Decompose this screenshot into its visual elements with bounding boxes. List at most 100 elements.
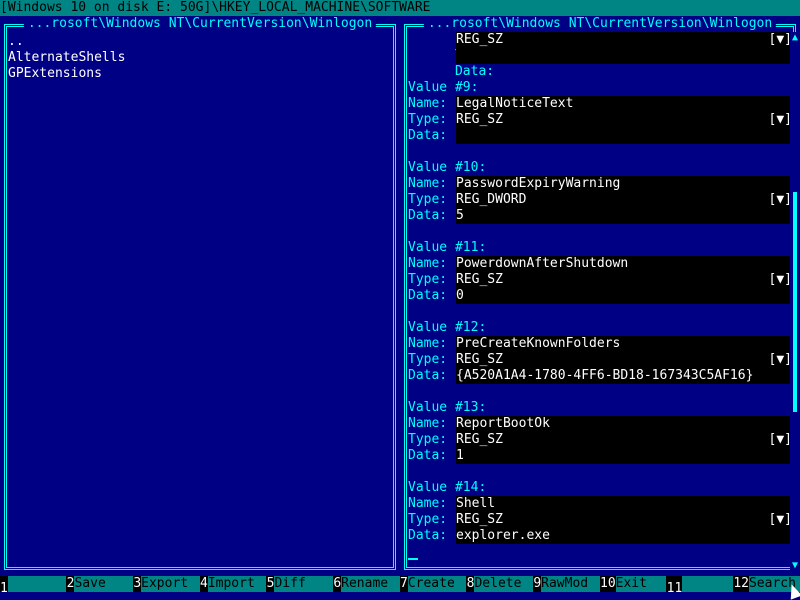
fkey-number: 2 [66,576,75,591]
type-value: REG_DWORD [456,192,527,207]
value-type-row: Type: REG_SZ [▼] [408,432,798,448]
fkey-6[interactable]: 6Rename [333,576,400,592]
data-field[interactable] [456,128,798,144]
type-field[interactable]: REG_SZ [▼] [456,512,798,528]
subkey-list[interactable]: .. AlternateShells GPExtensions [8,34,392,82]
fkey-label [7,576,67,592]
type-label: Type: [408,352,448,367]
fkey-4[interactable]: 4Import [200,576,267,592]
fkey-2[interactable]: 2Save [67,576,134,592]
value-data-row: Data: 5 [408,208,798,224]
value-name-row: Name: PreCreateKnownFolders [408,336,798,352]
data-label: Data: [408,288,448,303]
value-type-row: Type: REG_SZ [▼] [408,512,798,528]
data-field[interactable] [456,48,798,64]
name-value: Shell [456,496,496,511]
fkey-label: Save [74,576,134,592]
value-data-row: Data: [408,48,798,79]
list-item[interactable]: .. [8,34,392,50]
name-field[interactable]: ReportBootOk [456,416,798,432]
name-field[interactable]: PreCreateKnownFolders [456,336,798,352]
type-field[interactable]: REG_DWORD [▼] [456,192,798,208]
value-data-row: Data: 0 [408,288,798,304]
type-field[interactable]: REG_SZ [▼] [456,272,798,288]
value-name-row: Name: PowerdownAfterShutdown [408,256,798,272]
type-label: Type: [408,192,448,207]
value-spacer [408,384,790,400]
fkey-label: Export [141,576,200,592]
type-field[interactable]: REG_SZ [▼] [456,112,798,128]
name-value: ReportBootOk [456,416,550,431]
left-panel-title: ...rosoft\Windows NT\CurrentVersion\Winl… [23,16,377,32]
fkey-label: Diff [274,576,334,592]
data-value: {A520A1A4-1780-4FF6-BD18-167343C5AF16} [456,368,754,383]
data-field[interactable]: explorer.exe [456,528,798,544]
fkey-label: Delete [474,576,534,592]
name-field[interactable]: LegalNoticeText [456,96,798,112]
name-label: Name: [408,256,448,271]
type-value: REG_SZ [456,272,503,287]
value-name-row: Name: LegalNoticeText [408,96,798,112]
fkey-7[interactable]: 7Create [400,576,467,592]
name-field[interactable]: PasswordExpiryWarning [456,176,798,192]
values-scrollbar[interactable]: ▲ ▼ [790,32,800,572]
name-label: Name: [408,96,448,111]
type-label: Type: [408,432,448,447]
dropdown-icon[interactable]: [▼] [769,272,792,288]
type-label: Type: [408,112,448,127]
type-value: REG_SZ [456,512,503,527]
name-field[interactable]: PowerdownAfterShutdown [456,256,798,272]
list-item[interactable]: GPExtensions [8,66,392,82]
data-label: Data: [408,128,448,143]
type-field[interactable]: REG_SZ [▼] [456,352,798,368]
dropdown-icon[interactable]: [▼] [769,512,792,528]
name-value: LegalNoticeText [456,96,574,111]
data-value: explorer.exe [456,528,550,543]
name-value: PowerdownAfterShutdown [456,256,629,271]
name-label: Name: [408,336,448,351]
title-bar: [Windows 10 on disk E: 50G]\HKEY_LOCAL_M… [0,0,800,16]
list-item[interactable]: AlternateShells [8,50,392,66]
fkey-1[interactable]: 1 [0,576,67,596]
value-data-row: Data: {A520A1A4-1780-4FF6-BD18-167343C5AF… [408,368,798,384]
data-field[interactable]: 1 [456,448,798,464]
data-label: Data: [408,528,448,543]
dropdown-icon[interactable]: [▼] [769,32,792,48]
fkey-5[interactable]: 5Diff [267,576,334,592]
name-value: PasswordExpiryWarning [456,176,621,191]
type-field[interactable]: REG_SZ [▼] [456,32,798,48]
fkey-number: 4 [200,576,208,591]
scroll-thumb[interactable] [793,192,797,412]
scroll-up-icon[interactable]: ▲ [790,32,800,44]
fkey-9[interactable]: 9RawMod [533,576,600,592]
data-field[interactable]: {A520A1A4-1780-4FF6-BD18-167343C5AF16} [456,368,798,384]
fkey-3[interactable]: 3Export [133,576,200,592]
dropdown-icon[interactable]: [▼] [769,112,792,128]
value-header: Value #10: [408,160,487,175]
name-label: Name: [408,176,448,191]
scroll-down-icon[interactable]: ▼ [790,560,800,572]
dropdown-icon[interactable]: [▼] [769,352,792,368]
type-field[interactable]: REG_SZ [▼] [456,432,798,448]
fkey-label [682,576,733,592]
fkey-label: Rename [341,576,400,592]
dropdown-icon[interactable]: [▼] [769,192,792,208]
data-field[interactable]: 0 [456,288,798,304]
values-list[interactable]: Type: REG_SZ[▼] Data: Value #9:Name:Lega… [408,32,798,576]
key-tree-panel[interactable]: ...rosoft\Windows NT\CurrentVersion\Winl… [0,16,400,576]
value-type-row: Type: REG_SZ [▼] [408,352,798,368]
fkey-11[interactable]: 11 [667,576,734,596]
fkey-number: 5 [266,576,275,591]
fkey-10[interactable]: 10Exit [600,576,667,592]
name-field[interactable]: Shell [456,496,798,512]
data-value: 0 [456,288,464,303]
value-header: Value #12: [408,320,487,335]
value-name-row: Name: Shell [408,496,798,512]
fkey-label: RawMod [541,576,600,592]
data-field[interactable]: 5 [456,208,798,224]
values-panel[interactable]: ...rosoft\Windows NT\CurrentVersion\Winl… [400,16,800,576]
value-type-row: Type: REG_SZ [▼] [408,272,798,288]
value-header: Value #14: [408,480,487,495]
fkey-8[interactable]: 8Delete [467,576,534,592]
dropdown-icon[interactable]: [▼] [769,432,792,448]
